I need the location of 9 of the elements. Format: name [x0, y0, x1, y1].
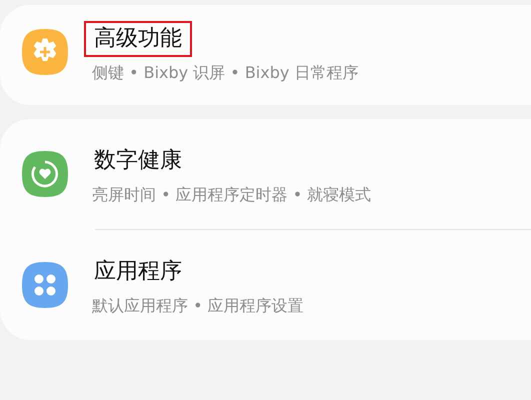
item-title: 高级功能	[84, 21, 192, 57]
item-title: 应用程序	[93, 258, 183, 286]
settings-item[interactable]: 高级功能 侧键 • Bixby 识屏 • Bixby 日常程序	[0, 5, 531, 105]
settings-item[interactable]: 数字健康 亮屏时间 • 应用程序定时器 • 就寝模式	[0, 119, 531, 229]
item-subtitle: 侧键 • Bixby 识屏 • Bixby 日常程序	[92, 63, 358, 83]
item-subtitle: 默认应用程序 • 应用程序设置	[92, 296, 304, 316]
item-subtitle: 亮屏时间 • 应用程序定时器 • 就寝模式	[92, 185, 372, 205]
settings-item[interactable]: 应用程序 默认应用程序 • 应用程序设置	[0, 230, 531, 340]
item-title: 数字健康	[93, 147, 183, 175]
